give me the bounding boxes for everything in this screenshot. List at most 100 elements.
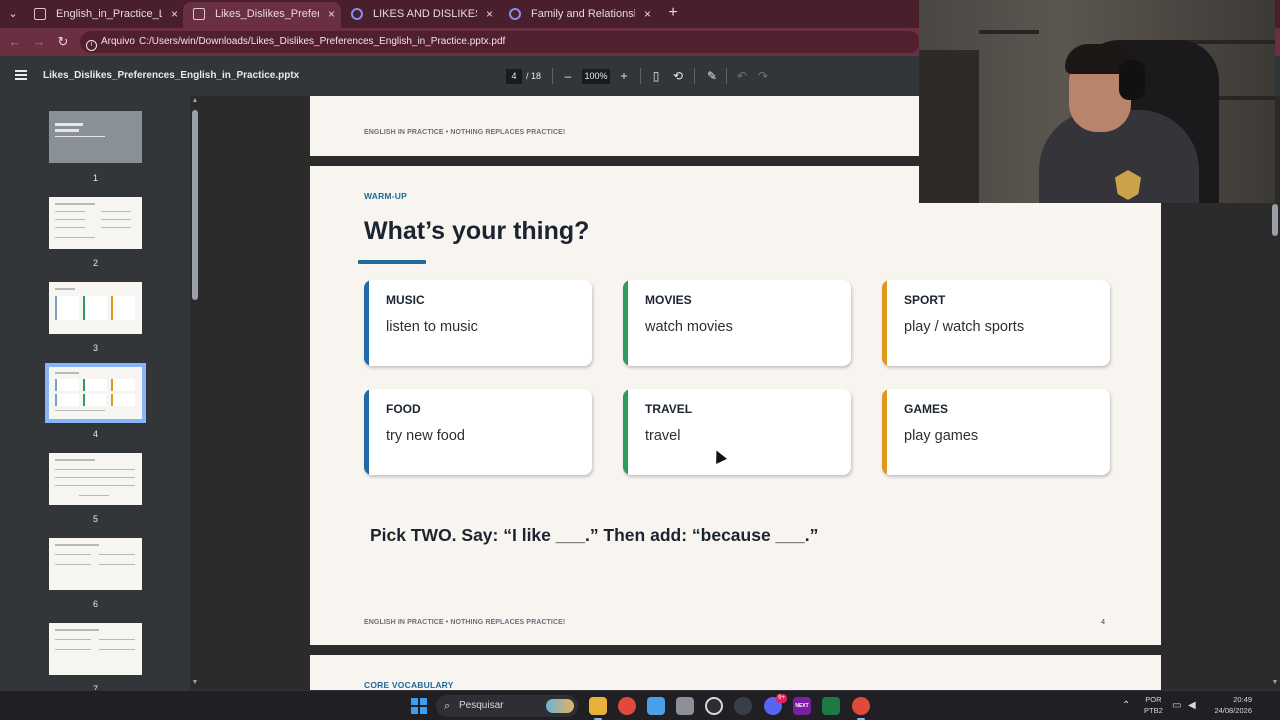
- app-icon[interactable]: [705, 697, 723, 715]
- taskbar-search[interactable]: ⌕ Pesquisar: [436, 695, 578, 717]
- card-activity: travel: [645, 428, 681, 444]
- slide-page-5: CORE VOCABULARY: [310, 655, 1161, 690]
- thumbnail-page-2[interactable]: [49, 197, 142, 249]
- thumbnail-page-7[interactable]: [49, 623, 142, 675]
- slide-page-3: ENGLISH IN PRACTICE • NOTHING REPLACES P…: [310, 96, 919, 156]
- sidebar-scrollbar[interactable]: ▲ ▼: [190, 96, 200, 690]
- clock[interactable]: 20:49 24/08/2026: [1208, 694, 1252, 716]
- search-placeholder: Pesquisar: [459, 700, 504, 711]
- tab-lesson[interactable]: English_in_Practice_Lesson_04_ ×: [24, 2, 184, 28]
- search-icon: ⌕: [444, 700, 451, 712]
- card-movies: MOVIES watch movies: [623, 280, 851, 366]
- slide-prompt: Pick TWO. Say: “I like ___.” Then add: “…: [370, 525, 819, 545]
- viewer-scrollbar[interactable]: ▼: [1270, 203, 1280, 690]
- taskbar: ⌕ Pesquisar 9+ NEXT ⌃ POR PTB2 ▭ ◀ 20:49…: [0, 690, 1280, 720]
- menu-icon[interactable]: [15, 70, 27, 80]
- card-accent-bar: [364, 389, 369, 475]
- close-icon[interactable]: ×: [328, 2, 335, 26]
- chrome-icon[interactable]: [852, 697, 870, 715]
- tab-title: Family and Relationships Vocab: [531, 8, 635, 20]
- zoom-out-button[interactable]: –: [560, 68, 576, 84]
- discord-icon[interactable]: 9+: [764, 694, 787, 715]
- thumbnail-sidebar: 1 2 3 4 5 6 7: [0, 96, 190, 690]
- card-activity: play games: [904, 428, 979, 444]
- thumbnail-number: 1: [92, 173, 98, 183]
- card-accent-bar: [623, 389, 628, 475]
- reload-icon[interactable]: ↻: [55, 34, 71, 50]
- slide-footer: ENGLISH IN PRACTICE • NOTHING REPLACES P…: [364, 619, 566, 626]
- close-icon[interactable]: ×: [486, 2, 493, 26]
- card-category: TRAVEL: [645, 402, 693, 416]
- omnibox[interactable]: i Arquivo C:/Users/win/Downloads/Likes_Di…: [80, 31, 920, 53]
- rotate-icon[interactable]: ⟲: [670, 68, 686, 84]
- card-travel: TRAVEL travel: [623, 389, 851, 475]
- webcam-overlay: [919, 0, 1275, 203]
- zoom-input[interactable]: 100%: [582, 69, 610, 84]
- tab-title: English_in_Practice_Lesson_04_: [56, 8, 162, 20]
- scroll-down-icon[interactable]: ▼: [1270, 679, 1280, 686]
- volume-icon[interactable]: ◀: [1188, 699, 1196, 713]
- toolbar-divider: [694, 68, 695, 84]
- redo-icon[interactable]: ↷: [755, 68, 771, 84]
- site-info-label: Arquivo: [101, 36, 135, 47]
- slide-page-number: 4: [1101, 619, 1105, 626]
- close-icon[interactable]: ×: [644, 2, 651, 26]
- app-icon[interactable]: [676, 697, 694, 715]
- new-tab-button[interactable]: +: [664, 4, 682, 22]
- tab-likes-dislikes-pdf[interactable]: Likes_Dislikes_Preferences_Engl ×: [183, 2, 341, 28]
- keyboard-layout: PTB2: [1144, 706, 1163, 715]
- annotate-icon[interactable]: ✎: [704, 68, 720, 84]
- thumbnail-page-4[interactable]: [45, 363, 146, 423]
- close-icon[interactable]: ×: [171, 2, 178, 26]
- page-icon: [193, 8, 205, 20]
- title-underline: [358, 260, 426, 264]
- store-icon[interactable]: [647, 697, 665, 715]
- scrollbar-thumb[interactable]: [1272, 204, 1278, 236]
- tray-chevron-icon[interactable]: ⌃: [1122, 699, 1130, 713]
- slide-footer: ENGLISH IN PRACTICE • NOTHING REPLACES P…: [364, 129, 566, 136]
- fit-page-icon[interactable]: ▯: [648, 68, 664, 84]
- app-icon[interactable]: [734, 697, 752, 715]
- start-button[interactable]: [411, 698, 427, 714]
- thumbnail-page-3[interactable]: [49, 282, 142, 334]
- card-activity: watch movies: [645, 319, 733, 335]
- forward-icon[interactable]: →: [31, 34, 47, 50]
- undo-icon[interactable]: ↶: [734, 68, 750, 84]
- page-total: / 18: [526, 71, 542, 81]
- scrollbar-thumb[interactable]: [192, 110, 198, 300]
- tab-search-button[interactable]: ⌄: [5, 6, 21, 22]
- language-indicator[interactable]: POR PTB2: [1144, 694, 1163, 716]
- next-icon[interactable]: NEXT: [793, 697, 811, 715]
- tab-title: LIKES AND DISLIKES Vocabulary: [373, 8, 477, 20]
- excel-icon[interactable]: [822, 697, 840, 715]
- scroll-up-icon[interactable]: ▲: [190, 97, 200, 104]
- slide-page-4: WARM-UP What’s your thing? MUSIC listen …: [310, 166, 1161, 645]
- toolbar-divider: [640, 68, 641, 84]
- language-code: POR: [1145, 695, 1162, 704]
- notification-badge: 9+: [776, 694, 787, 703]
- back-icon[interactable]: ←: [7, 34, 23, 50]
- section-label: CORE VOCABULARY: [364, 680, 454, 690]
- thumbnail-page-1[interactable]: [49, 111, 142, 163]
- document-title: Likes_Dislikes_Preferences_English_in_Pr…: [43, 70, 300, 81]
- thumbnail-page-5[interactable]: [49, 453, 142, 505]
- url-text[interactable]: C:/Users/win/Downloads/Likes_Dislikes_Pr…: [139, 34, 505, 50]
- thumbnail-page-6[interactable]: [49, 538, 142, 590]
- circle-icon: [509, 8, 521, 20]
- toolbar-divider: [552, 68, 553, 84]
- zoom-in-button[interactable]: +: [616, 68, 632, 84]
- page-number-input[interactable]: 4: [506, 69, 522, 84]
- scroll-down-icon[interactable]: ▼: [190, 679, 200, 686]
- file-explorer-icon[interactable]: [589, 697, 607, 715]
- tab-family-vocabulary[interactable]: Family and Relationships Vocab ×: [499, 2, 657, 28]
- card-accent-bar: [623, 280, 628, 366]
- chrome-icon[interactable]: [618, 697, 636, 715]
- card-sport: SPORT play / watch sports: [882, 280, 1110, 366]
- card-category: FOOD: [386, 402, 421, 416]
- tab-likes-vocabulary[interactable]: LIKES AND DISLIKES Vocabulary ×: [341, 2, 499, 28]
- site-info-chip[interactable]: i Arquivo: [86, 34, 135, 51]
- circle-icon: [351, 8, 363, 20]
- section-label: WARM-UP: [364, 191, 407, 201]
- network-icon[interactable]: ▭: [1172, 699, 1181, 713]
- card-activity: try new food: [386, 428, 465, 444]
